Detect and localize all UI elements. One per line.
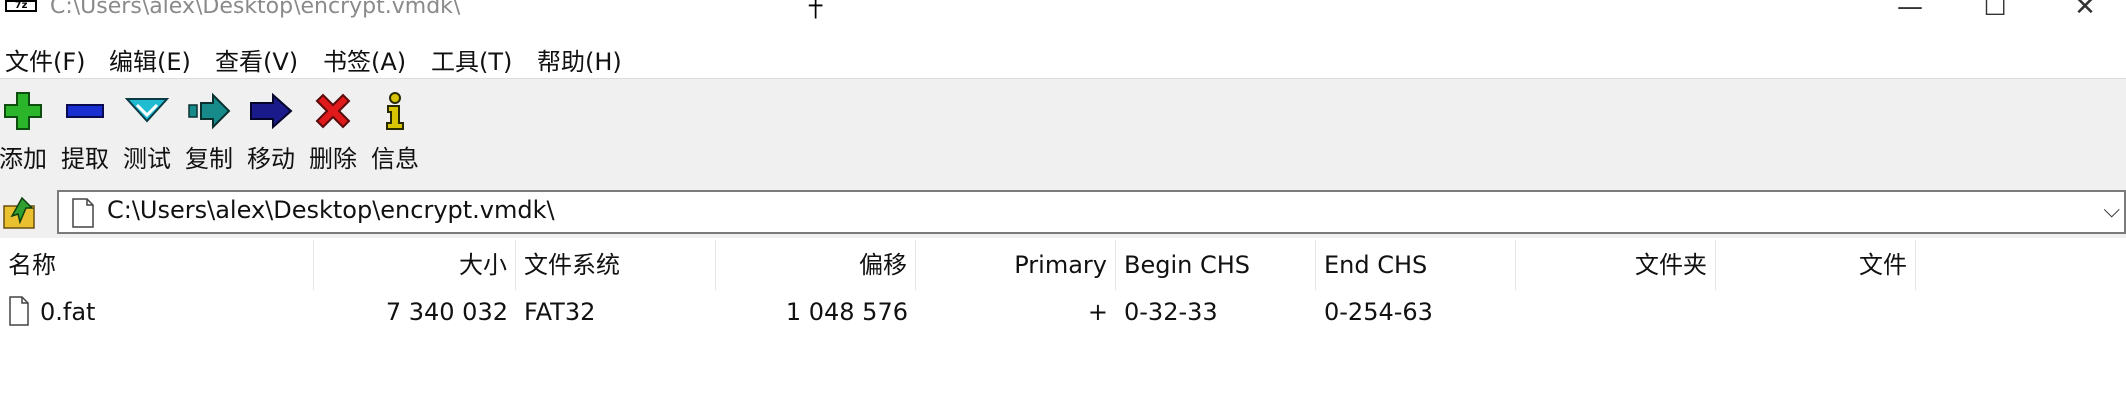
cell-offset: 1 048 576 <box>785 298 908 326</box>
menu-bookmarks[interactable]: 书签(A) <box>323 42 406 77</box>
maximize-button[interactable]: ☐ <box>1975 0 2015 22</box>
menu-edit[interactable]: 编辑(E) <box>109 42 191 77</box>
delete-button[interactable]: 删除 <box>309 79 357 183</box>
extract-label: 提取 <box>61 145 109 173</box>
info-label: 信息 <box>371 145 419 173</box>
move-icon <box>250 92 293 130</box>
menu-file[interactable]: 文件(F) <box>5 42 86 77</box>
column-size[interactable]: 大小 <box>314 240 516 290</box>
column-files[interactable]: 文件 <box>1716 240 1916 290</box>
cell-end-chs: 0-254-63 <box>1324 298 1433 326</box>
cell-primary: + <box>1087 298 1108 326</box>
test-label: 测试 <box>123 145 171 173</box>
cell-filesystem: FAT32 <box>524 298 596 326</box>
test-icon <box>125 98 169 123</box>
add-label: 添加 <box>0 145 47 173</box>
table-row[interactable]: 0.fat 7 340 032 FAT32 1 048 576 + 0-32-3… <box>0 292 2126 332</box>
menu-bar: 文件(F) 编辑(E) 查看(V) 书签(A) 工具(T) 帮助(H) <box>0 38 2126 76</box>
app-7zip-icon: 7z <box>5 0 37 12</box>
window-title: C:\Users\alex\Desktop\encrypt.vmdk\ <box>50 0 461 19</box>
info-button[interactable]: 信息 <box>371 79 419 183</box>
address-input[interactable]: C:\Users\alex\Desktop\encrypt.vmdk\ ⌵ <box>57 190 2126 234</box>
delete-icon <box>315 93 351 129</box>
move-label: 移动 <box>247 145 295 173</box>
copy-icon <box>188 92 231 130</box>
menu-view[interactable]: 查看(V) <box>215 42 298 77</box>
cell-size: 7 340 032 <box>385 298 508 326</box>
folder-up-icon[interactable] <box>2 192 38 232</box>
title-bar: 7z C:\Users\alex\Desktop\encrypt.vmdk\ ┼… <box>0 0 2126 22</box>
column-primary[interactable]: Primary <box>916 240 1116 290</box>
address-bar: C:\Users\alex\Desktop\encrypt.vmdk\ ⌵ <box>0 186 2126 238</box>
cell-name: 0.fat <box>40 298 96 326</box>
menu-tools[interactable]: 工具(T) <box>431 42 512 77</box>
minimize-button[interactable]: — <box>1890 0 1930 22</box>
copy-label: 复制 <box>185 145 233 173</box>
cell-folders <box>1516 292 1716 332</box>
info-icon <box>386 92 404 130</box>
chevron-down-icon[interactable]: ⌵ <box>2103 198 2120 223</box>
delete-label: 删除 <box>309 145 357 173</box>
address-path: C:\Users\alex\Desktop\encrypt.vmdk\ <box>107 196 555 224</box>
column-filesystem[interactable]: 文件系统 <box>516 240 716 290</box>
add-button[interactable]: 添加 <box>0 79 47 183</box>
extract-icon <box>66 104 104 118</box>
move-button[interactable]: 移动 <box>247 79 295 183</box>
copy-button[interactable]: 复制 <box>185 79 233 183</box>
file-list-header: 名称 大小 文件系统 偏移 Primary Begin CHS End CHS … <box>0 240 2126 290</box>
column-end-chs[interactable]: End CHS <box>1316 240 1516 290</box>
column-folders[interactable]: 文件夹 <box>1516 240 1716 290</box>
add-icon <box>4 92 42 130</box>
column-offset[interactable]: 偏移 <box>716 240 916 290</box>
column-begin-chs[interactable]: Begin CHS <box>1116 240 1316 290</box>
column-name[interactable]: 名称 <box>0 240 314 290</box>
close-button[interactable]: ✕ <box>2065 0 2105 22</box>
extract-button[interactable]: 提取 <box>61 79 109 183</box>
menu-help[interactable]: 帮助(H) <box>537 42 622 77</box>
test-button[interactable]: 测试 <box>123 79 171 183</box>
mouse-cursor-icon: ┼ <box>809 0 823 19</box>
cell-files <box>1716 292 1916 332</box>
toolbar: 添加 提取 测试 复制 移动 删除 信息 <box>0 78 2126 186</box>
file-icon <box>72 198 94 228</box>
file-icon <box>9 296 29 326</box>
cell-begin-chs: 0-32-33 <box>1124 298 1218 326</box>
